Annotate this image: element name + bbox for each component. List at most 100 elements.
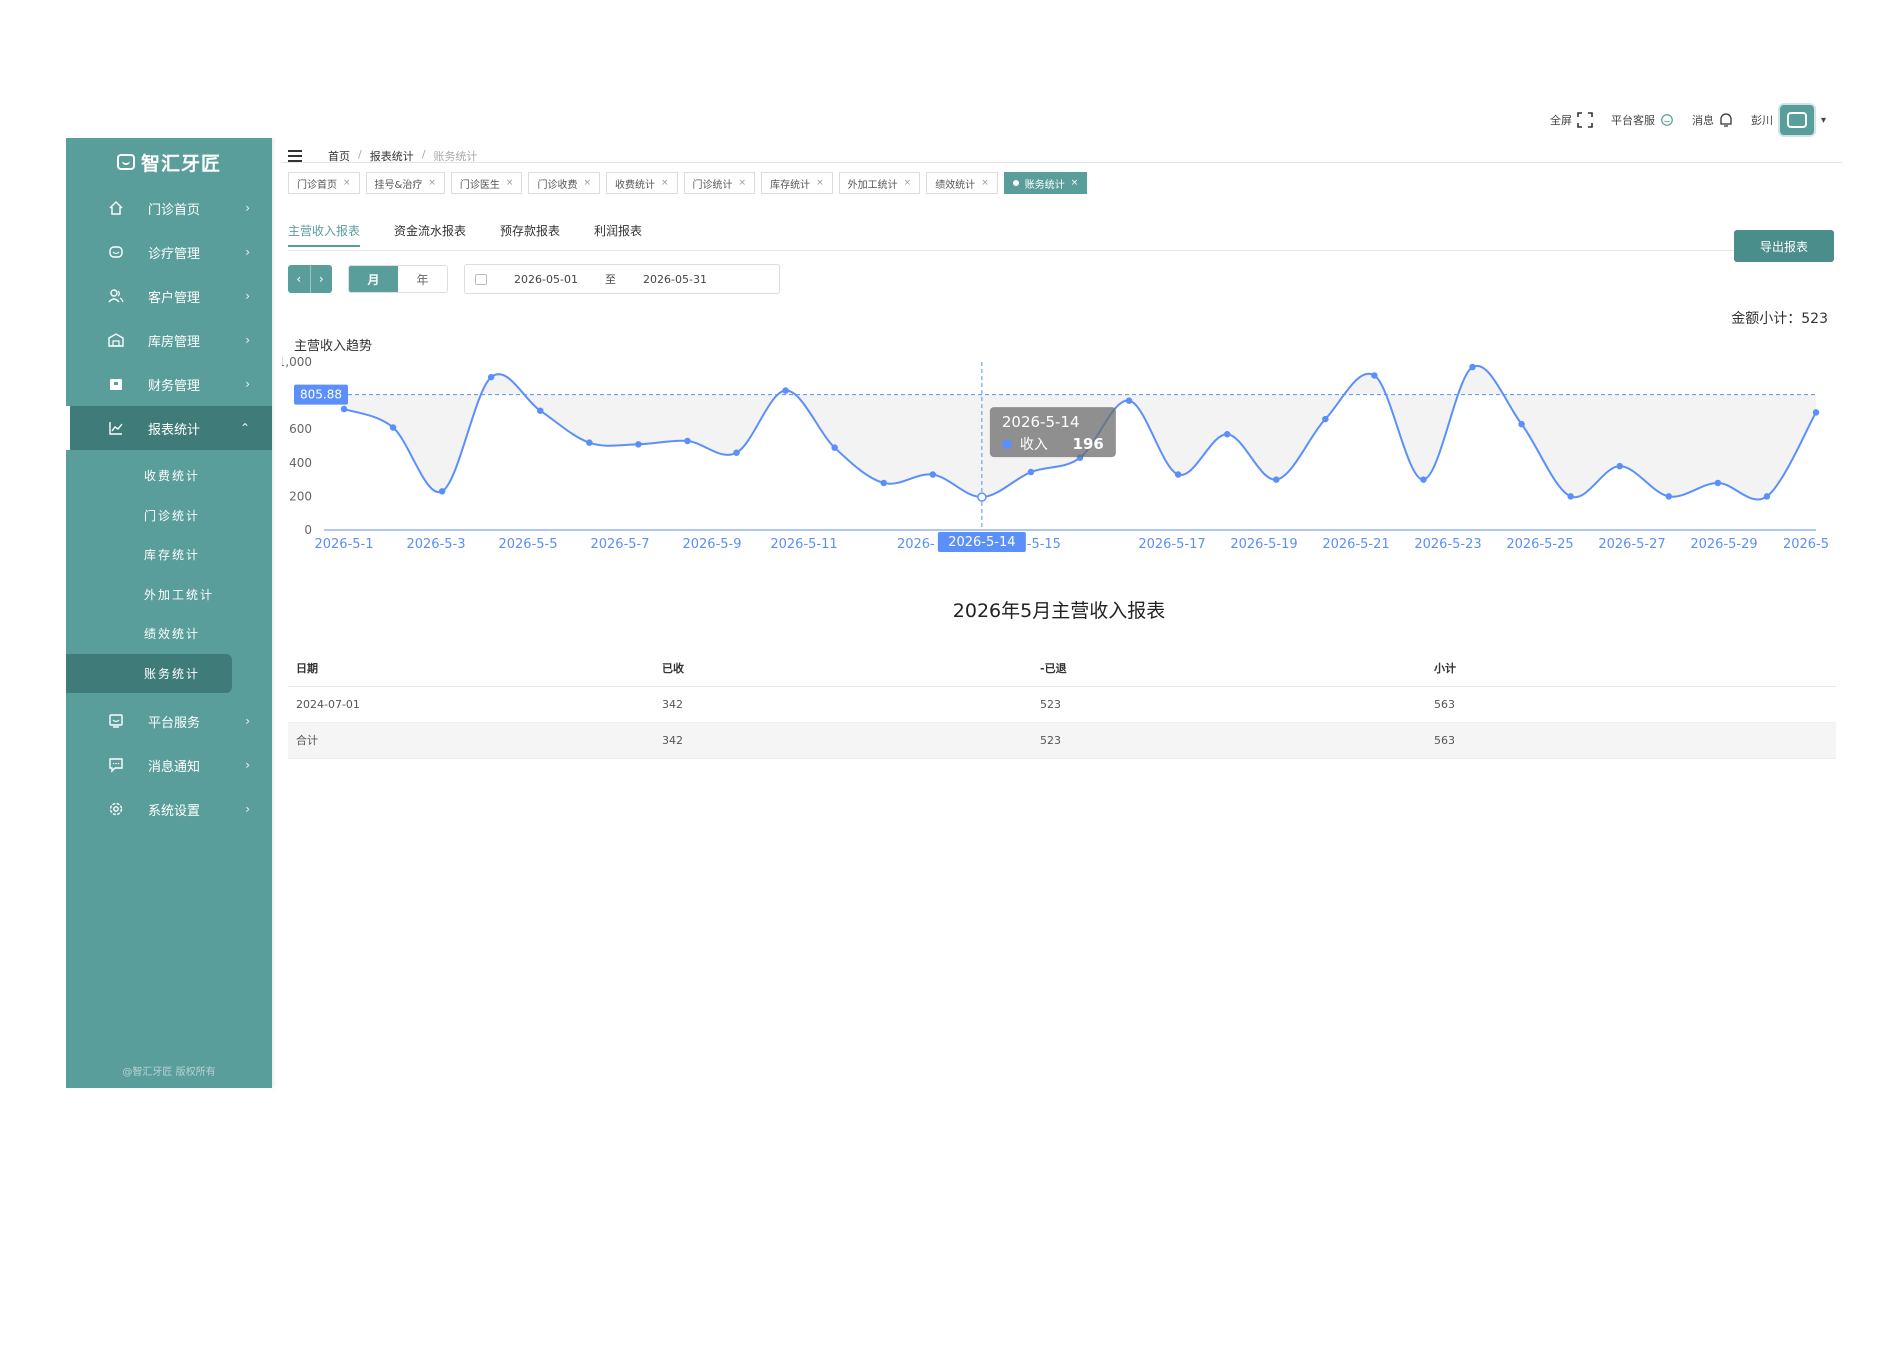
year-toggle[interactable]: 年 <box>398 266 447 292</box>
close-icon[interactable]: × <box>739 178 747 188</box>
tag-stock-stats[interactable]: 库存统计 × <box>761 172 833 194</box>
tag-clinic-charge[interactable]: 门诊收费 × <box>528 172 600 194</box>
wallet-icon <box>106 374 126 394</box>
tab-main-revenue[interactable]: 主营收入报表 <box>288 222 361 247</box>
tag-outsourcing-stats[interactable]: 外加工统计 × <box>838 172 921 194</box>
x-tick-label: 2026-5-21 <box>1322 537 1389 552</box>
close-icon[interactable]: × <box>981 178 989 188</box>
tag-label: 外加工统计 <box>847 179 898 191</box>
table-cell: 2024-07-01 <box>288 686 654 723</box>
close-icon[interactable]: × <box>428 178 436 188</box>
period-toggle: 月 年 <box>348 265 448 293</box>
chevron-right-icon: › <box>245 289 250 303</box>
submenu-item-accounts-stats[interactable]: 账务统计 <box>66 653 232 693</box>
sidebar-item-treatment[interactable]: 诊疗管理 › <box>66 230 272 274</box>
x-tick-label: 2026-5 <box>1783 537 1829 552</box>
submenu-item-stock-stats[interactable]: 库存统计 <box>66 535 272 575</box>
message-icon <box>106 755 126 775</box>
data-point <box>1174 471 1182 478</box>
chevron-up-icon: ⌃ <box>239 421 250 435</box>
x-tick-label: 2026-5-1 <box>314 537 373 552</box>
report-tabs: 主营收入报表 资金流水报表 预存款报表 利润报表 <box>288 222 642 247</box>
brand-logo[interactable]: 智汇牙匠 <box>66 138 272 186</box>
header-divider <box>282 162 1842 163</box>
export-report-button[interactable]: 导出报表 <box>1734 230 1834 262</box>
y-tick-label: 1,000 <box>282 355 312 369</box>
data-point <box>1420 476 1427 483</box>
tag-label: 账务统计 <box>1024 179 1065 191</box>
tag-performance-stats[interactable]: 绩效统计 × <box>926 172 998 194</box>
data-point <box>1273 476 1280 483</box>
data-point <box>586 439 593 446</box>
sidebar-item-customers[interactable]: 客户管理 › <box>66 274 272 318</box>
tooltip-date: 2026-5-14 <box>1002 413 1080 431</box>
sidebar-item-label: 财务管理 <box>148 378 201 394</box>
tag-clinic-home[interactable]: 门诊首页 × <box>288 172 360 194</box>
tooth-icon <box>106 242 126 262</box>
table-total-row: 合计 342 523 563 <box>288 722 1836 759</box>
next-period-button[interactable]: › <box>309 265 333 293</box>
tag-registration[interactable]: 挂号&治疗 × <box>365 172 445 194</box>
tag-clinic-stats[interactable]: 门诊统计 × <box>683 172 756 194</box>
sidebar-item-label: 平台服务 <box>148 715 201 731</box>
submenu-item-outsourcing-stats[interactable]: 外加工统计 <box>66 575 272 615</box>
close-icon[interactable]: × <box>583 178 591 188</box>
platform-support-button[interactable]: 平台客服 <box>1611 112 1674 128</box>
bell-icon <box>1720 113 1732 127</box>
tab-cash-flow[interactable]: 资金流水报表 <box>394 222 466 247</box>
x-tick-label: 2026-5-25 <box>1506 537 1573 552</box>
x-tick-label: 2026-5-7 <box>590 537 649 552</box>
menu-toggle-icon[interactable] <box>288 150 302 162</box>
sidebar-item-warehouse[interactable]: 库房管理 › <box>66 318 272 362</box>
submenu-item-charge-stats[interactable]: 收费统计 <box>66 456 272 496</box>
tab-profit[interactable]: 利润报表 <box>594 222 642 247</box>
close-icon[interactable]: × <box>506 178 514 188</box>
sidebar-item-label: 系统设置 <box>148 803 201 819</box>
logo-icon <box>116 154 135 170</box>
revenue-trend-chart[interactable]: 0 200 400 600 1,000 805.88 2026-5-1 2026-5-3 202… <box>282 350 1836 570</box>
home-icon <box>106 198 126 218</box>
sidebar-item-messages[interactable]: 消息通知 › <box>66 743 272 787</box>
tag-label: 门诊首页 <box>297 179 337 191</box>
tag-charge-stats[interactable]: 收费统计 × <box>606 172 678 194</box>
close-icon[interactable]: × <box>816 178 824 188</box>
chevron-down-icon: ▾ <box>1820 114 1826 126</box>
fullscreen-button[interactable]: 全屏 <box>1550 112 1593 128</box>
submenu-item-performance-stats[interactable]: 绩效统计 <box>66 614 272 654</box>
user-menu[interactable]: 彭川 ▾ <box>1751 103 1826 137</box>
tag-label: 收费统计 <box>615 179 655 191</box>
close-icon[interactable]: × <box>661 178 669 188</box>
data-point <box>1371 372 1378 379</box>
sidebar-item-platform-service[interactable]: 平台服务 › <box>66 699 272 743</box>
chevron-right-icon: › <box>245 201 250 215</box>
end-date[interactable]: 2026-05-31 <box>630 273 720 286</box>
avatar[interactable] <box>1777 103 1816 137</box>
month-toggle[interactable]: 月 <box>349 266 398 292</box>
gear-icon <box>106 799 126 819</box>
calendar-icon <box>475 273 487 285</box>
period-nav: ‹ › <box>288 265 332 293</box>
chevron-right-icon: › <box>245 377 250 391</box>
close-icon[interactable]: × <box>343 178 351 188</box>
date-range-picker[interactable]: 2026-05-01 至 2026-05-31 <box>464 264 780 294</box>
table-title: 2026年5月主营收入报表 <box>952 600 1166 622</box>
start-date[interactable]: 2026-05-01 <box>501 273 591 286</box>
close-icon[interactable]: × <box>1071 178 1079 188</box>
prev-period-button[interactable]: ‹ <box>288 265 310 293</box>
tag-accounts-stats[interactable]: 账务统计 × <box>1003 172 1088 194</box>
chevron-right-icon: › <box>245 245 250 259</box>
sidebar-item-reports[interactable]: 报表统计 ⌃ <box>66 406 272 450</box>
sidebar-item-clinic-home[interactable]: 门诊首页 › <box>66 186 272 230</box>
tab-prepaid[interactable]: 预存款报表 <box>500 222 560 247</box>
data-point <box>537 407 544 414</box>
close-icon[interactable]: × <box>904 178 912 188</box>
sidebar-item-finance[interactable]: 财务管理 › <box>66 362 272 406</box>
messages-button[interactable]: 消息 <box>1692 112 1733 128</box>
y-tick-label: 600 <box>289 422 312 436</box>
tag-clinic-doctor[interactable]: 门诊医生 × <box>450 172 523 194</box>
y-tick-label: 0 <box>304 523 312 537</box>
sidebar-item-settings[interactable]: 系统设置 › <box>66 787 272 831</box>
column-header-received: 已收 <box>654 650 1032 687</box>
data-point <box>487 373 495 381</box>
submenu-item-clinic-stats[interactable]: 门诊统计 <box>66 496 272 536</box>
